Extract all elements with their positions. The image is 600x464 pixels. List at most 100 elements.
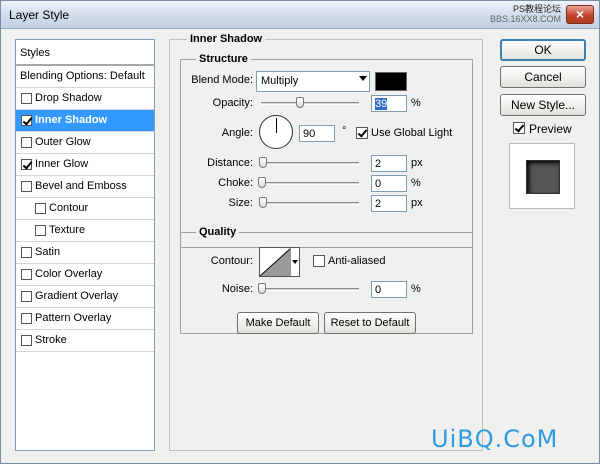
distance-slider-thumb[interactable] <box>259 157 267 168</box>
style-item-stroke[interactable]: Stroke <box>16 330 154 352</box>
close-icon: × <box>575 6 585 22</box>
size-unit: px <box>411 197 423 209</box>
style-preview <box>509 143 575 209</box>
angle-dial[interactable] <box>259 115 293 149</box>
style-item-color-overlay[interactable]: Color Overlay <box>16 264 154 286</box>
style-item-checkbox[interactable] <box>21 313 32 324</box>
size-slider[interactable] <box>261 202 359 205</box>
style-item-label: Outer Glow <box>35 136 91 148</box>
blend-mode-dropdown[interactable]: Multiply <box>256 71 370 92</box>
shadow-color-swatch[interactable] <box>375 72 407 91</box>
choke-slider[interactable] <box>261 182 359 185</box>
angle-unit: ° <box>342 125 347 137</box>
choke-input[interactable]: 0 <box>371 175 407 192</box>
preview-checkbox[interactable] <box>513 122 525 134</box>
style-item-checkbox[interactable] <box>21 181 32 192</box>
style-item-contour[interactable]: Contour <box>16 198 154 220</box>
distance-slider[interactable] <box>261 162 359 165</box>
choke-slider-thumb[interactable] <box>258 177 266 188</box>
style-item-label: Gradient Overlay <box>35 290 119 302</box>
size-input[interactable]: 2 <box>371 195 407 212</box>
ok-button[interactable]: OK <box>500 39 586 61</box>
style-item-label: Inner Shadow <box>35 114 108 126</box>
opacity-slider-thumb[interactable] <box>296 97 304 108</box>
choke-label: Choke: <box>218 177 253 189</box>
style-item-checkbox[interactable] <box>21 247 32 258</box>
window-title: Layer Style <box>9 8 70 22</box>
style-item-checkbox[interactable] <box>21 159 32 170</box>
distance-value: 2 <box>375 158 382 170</box>
style-item-checkbox[interactable] <box>21 115 32 126</box>
title-bar[interactable]: Layer Style PS教程论坛 BBS.16XX8.COM × <box>1 1 599 29</box>
styles-list-header[interactable]: Styles <box>16 40 154 66</box>
style-item-inner-glow[interactable]: Inner Glow <box>16 154 154 176</box>
close-button[interactable]: × <box>566 5 594 24</box>
angle-needle <box>276 118 277 133</box>
style-item-gradient-overlay[interactable]: Gradient Overlay <box>16 286 154 308</box>
style-item-inner-shadow[interactable]: Inner Shadow <box>16 110 154 132</box>
opacity-input[interactable]: 39 <box>371 95 407 112</box>
angle-value: 90 <box>303 128 316 140</box>
angle-input[interactable]: 90 <box>299 125 335 142</box>
noise-slider-thumb[interactable] <box>258 283 266 294</box>
anti-aliased-checkbox[interactable] <box>313 255 325 267</box>
noise-unit: % <box>411 283 421 295</box>
chevron-down-icon <box>359 76 367 81</box>
dialog-content: Styles Blending Options: Default Drop Sha… <box>1 29 599 463</box>
structure-title: Structure <box>196 53 251 65</box>
style-item-label: Satin <box>35 246 61 258</box>
layer-style-dialog: Layer Style PS教程论坛 BBS.16XX8.COM × Style… <box>0 0 600 464</box>
noise-slider[interactable] <box>261 288 359 291</box>
contour-dropdown-arrow-icon[interactable] <box>290 248 299 276</box>
style-item-checkbox[interactable] <box>35 225 46 236</box>
blend-mode-label: Blend Mode: <box>191 74 253 86</box>
blend-mode-value: Multiply <box>261 75 299 87</box>
noise-input[interactable]: 0 <box>371 281 407 298</box>
style-item-checkbox[interactable] <box>21 93 32 104</box>
choke-value: 0 <box>375 178 382 190</box>
opacity-slider[interactable] <box>261 102 359 105</box>
opacity-value: 39 <box>375 98 388 110</box>
angle-label: Angle: <box>221 127 253 139</box>
choke-unit: % <box>411 177 421 189</box>
style-item-texture[interactable]: Texture <box>16 220 154 242</box>
contour-label: Contour: <box>210 255 253 267</box>
styles-header-label: Styles <box>20 47 50 59</box>
style-item-label: Texture <box>49 224 86 236</box>
preview-swatch <box>526 160 560 194</box>
cancel-button[interactable]: Cancel <box>500 66 586 88</box>
preview-label: Preview <box>529 122 572 136</box>
distance-input[interactable]: 2 <box>371 155 407 172</box>
opacity-unit: % <box>411 97 421 109</box>
style-item-blending-options-default[interactable]: Blending Options: Default <box>16 66 154 88</box>
make-default-button[interactable]: Make Default <box>237 312 319 334</box>
inner-shadow-title: Inner Shadow <box>187 33 266 45</box>
use-global-light-checkbox[interactable] <box>356 127 368 139</box>
new-style-button[interactable]: New Style... <box>500 94 586 116</box>
size-slider-thumb[interactable] <box>259 197 267 208</box>
watermark-bottom: UiBQ.CoM <box>431 425 559 453</box>
style-item-outer-glow[interactable]: Outer Glow <box>16 132 154 154</box>
style-item-checkbox[interactable] <box>35 203 46 214</box>
style-item-drop-shadow[interactable]: Drop Shadow <box>16 88 154 110</box>
style-item-pattern-overlay[interactable]: Pattern Overlay <box>16 308 154 330</box>
watermark-top-line-1: PS教程论坛 <box>512 4 561 14</box>
style-item-label: Color Overlay <box>35 268 103 280</box>
watermark-top: PS教程论坛 BBS.16XX8.COM <box>469 4 561 24</box>
contour-picker[interactable] <box>259 247 300 277</box>
style-item-checkbox[interactable] <box>21 269 32 280</box>
style-item-label: Blending Options: Default <box>20 70 145 82</box>
style-item-label: Bevel and Emboss <box>35 180 127 192</box>
style-item-satin[interactable]: Satin <box>16 242 154 264</box>
opacity-label: Opacity: <box>212 97 253 109</box>
style-item-checkbox[interactable] <box>21 335 32 346</box>
style-item-bevel-and-emboss[interactable]: Bevel and Emboss <box>16 176 154 198</box>
use-global-light-label: Use Global Light <box>371 127 453 139</box>
style-item-label: Inner Glow <box>35 158 89 170</box>
watermark-top-line-2: BBS.16XX8.COM <box>489 14 561 24</box>
anti-aliased-label: Anti-aliased <box>328 255 386 267</box>
style-item-checkbox[interactable] <box>21 137 32 148</box>
style-item-checkbox[interactable] <box>21 291 32 302</box>
reset-to-default-button[interactable]: Reset to Default <box>324 312 416 334</box>
noise-value: 0 <box>375 284 382 296</box>
